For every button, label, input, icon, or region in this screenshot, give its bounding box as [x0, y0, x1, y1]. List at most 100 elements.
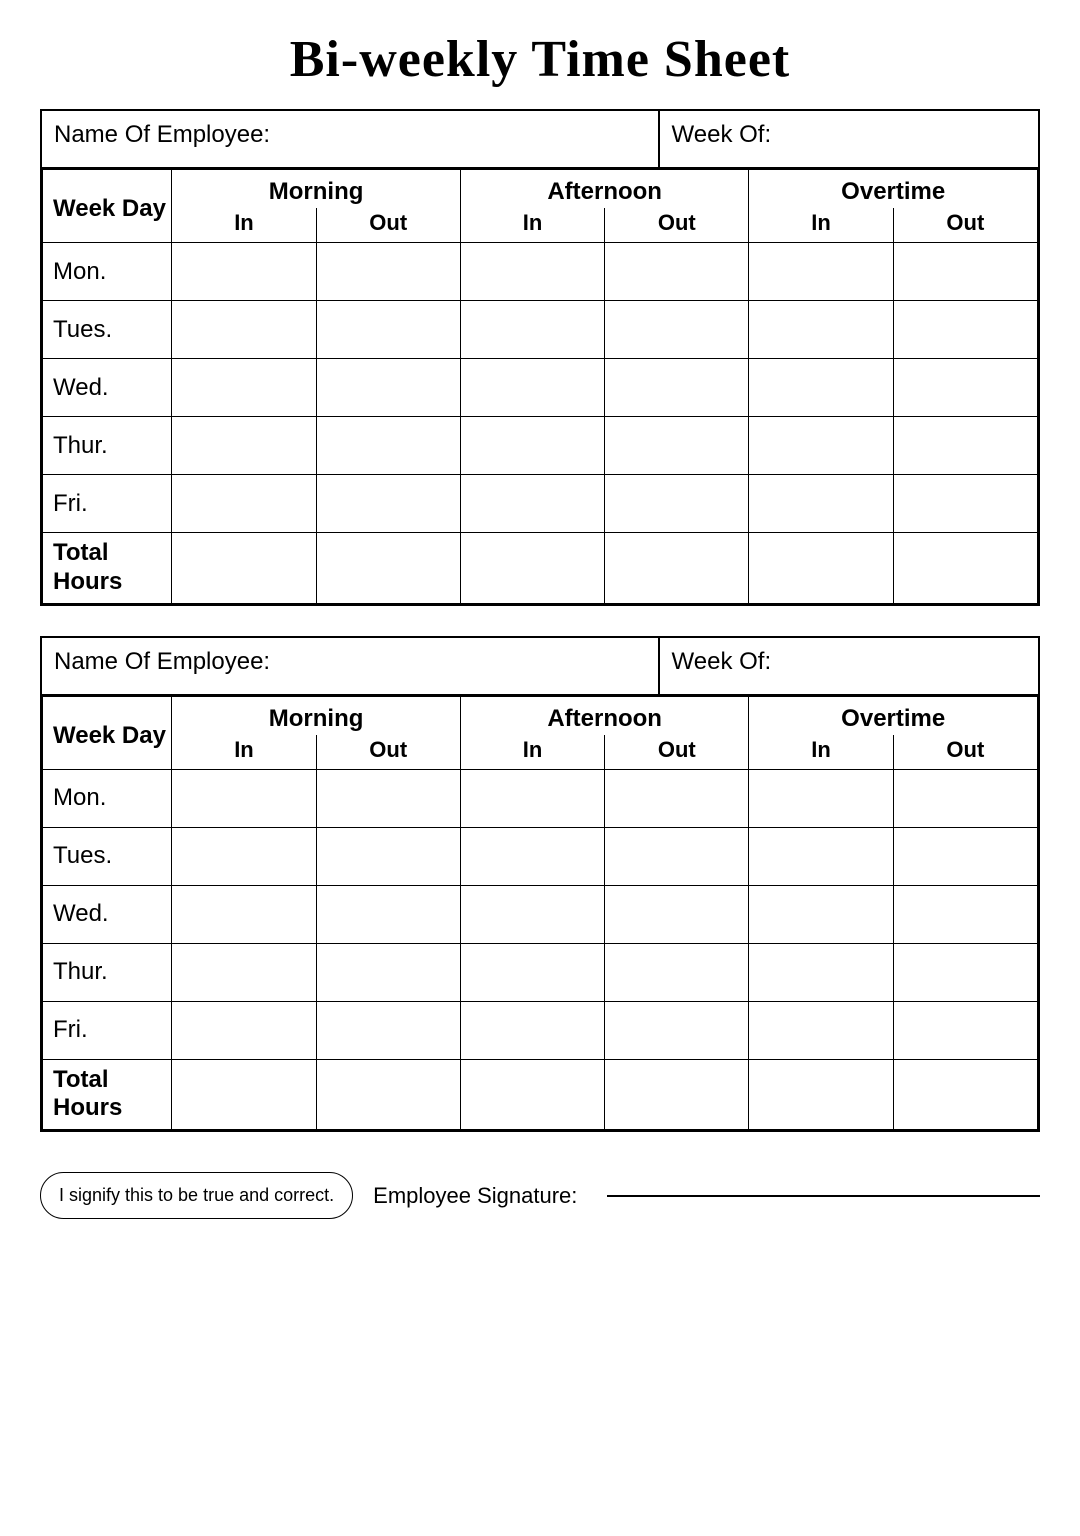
table-row: Mon.	[43, 243, 1038, 301]
weekday-header-2: Week Day	[43, 696, 172, 769]
total-cell[interactable]	[316, 533, 460, 604]
cell[interactable]	[172, 301, 316, 359]
cell[interactable]	[749, 243, 893, 301]
cell[interactable]	[605, 885, 749, 943]
total-cell[interactable]	[893, 533, 1037, 604]
signature-line[interactable]	[607, 1195, 1040, 1197]
cell[interactable]	[893, 943, 1037, 1001]
total-cell[interactable]	[316, 1059, 460, 1130]
cell[interactable]	[460, 943, 604, 1001]
cell[interactable]	[749, 475, 893, 533]
cell[interactable]	[893, 475, 1037, 533]
total-cell[interactable]	[605, 533, 749, 604]
employee-name-field-2[interactable]: Name Of Employee:	[42, 638, 660, 694]
cell[interactable]	[172, 943, 316, 1001]
table-header-top-2: Week Day Morning Afternoon Overtime	[43, 696, 1038, 735]
cell[interactable]	[316, 769, 460, 827]
cell[interactable]	[460, 417, 604, 475]
table-row: Thur.	[43, 943, 1038, 1001]
cell[interactable]	[316, 417, 460, 475]
total-cell[interactable]	[460, 1059, 604, 1130]
cell[interactable]	[316, 1001, 460, 1059]
employee-name-field-1[interactable]: Name Of Employee:	[42, 111, 660, 167]
timesheet-block-2: Name Of Employee: Week Of: Week Day Morn…	[40, 636, 1040, 1133]
cell[interactable]	[749, 1001, 893, 1059]
cell[interactable]	[172, 243, 316, 301]
cell[interactable]	[893, 359, 1037, 417]
cell[interactable]	[893, 827, 1037, 885]
morning-out-header-1: Out	[316, 208, 460, 243]
total-cell[interactable]	[893, 1059, 1037, 1130]
overtime-header-2: Overtime	[749, 696, 1038, 735]
cell[interactable]	[749, 301, 893, 359]
morning-header-1: Morning	[172, 170, 461, 209]
cell[interactable]	[316, 475, 460, 533]
cell[interactable]	[460, 769, 604, 827]
cell[interactable]	[460, 475, 604, 533]
total-cell[interactable]	[749, 1059, 893, 1130]
total-cell[interactable]	[460, 533, 604, 604]
cell[interactable]	[749, 943, 893, 1001]
cell[interactable]	[460, 243, 604, 301]
overtime-out-header-2: Out	[893, 735, 1037, 770]
cell[interactable]	[893, 243, 1037, 301]
day-label: Wed.	[43, 359, 172, 417]
cell[interactable]	[460, 827, 604, 885]
weekday-header-1: Week Day	[43, 170, 172, 243]
cell[interactable]	[893, 885, 1037, 943]
cell[interactable]	[172, 359, 316, 417]
cell[interactable]	[893, 417, 1037, 475]
day-label: Tues.	[43, 827, 172, 885]
cell[interactable]	[460, 1001, 604, 1059]
cell[interactable]	[172, 827, 316, 885]
cell[interactable]	[605, 769, 749, 827]
overtime-out-header-1: Out	[893, 208, 1037, 243]
cell[interactable]	[749, 827, 893, 885]
cell[interactable]	[316, 359, 460, 417]
table-row: Fri.	[43, 475, 1038, 533]
cell[interactable]	[316, 301, 460, 359]
cell[interactable]	[893, 769, 1037, 827]
cell[interactable]	[172, 769, 316, 827]
week-of-field-2[interactable]: Week Of:	[660, 638, 1038, 694]
day-label: Tues.	[43, 301, 172, 359]
cell[interactable]	[605, 417, 749, 475]
morning-in-header-2: In	[172, 735, 316, 770]
cell[interactable]	[749, 885, 893, 943]
cell[interactable]	[460, 359, 604, 417]
week-of-field-1[interactable]: Week Of:	[660, 111, 1038, 167]
day-label: Thur.	[43, 417, 172, 475]
cell[interactable]	[605, 359, 749, 417]
table-row: Thur.	[43, 417, 1038, 475]
cell[interactable]	[316, 243, 460, 301]
afternoon-header-2: Afternoon	[460, 696, 749, 735]
cell[interactable]	[605, 301, 749, 359]
cell[interactable]	[172, 475, 316, 533]
cell[interactable]	[749, 769, 893, 827]
cell[interactable]	[316, 943, 460, 1001]
cell[interactable]	[460, 885, 604, 943]
cell[interactable]	[893, 1001, 1037, 1059]
total-cell[interactable]	[172, 1059, 316, 1130]
cell[interactable]	[316, 885, 460, 943]
cell[interactable]	[172, 417, 316, 475]
total-cell[interactable]	[605, 1059, 749, 1130]
cell[interactable]	[172, 885, 316, 943]
cell[interactable]	[749, 417, 893, 475]
cell[interactable]	[605, 1001, 749, 1059]
cell[interactable]	[605, 827, 749, 885]
day-label: Fri.	[43, 475, 172, 533]
cell[interactable]	[605, 943, 749, 1001]
total-cell[interactable]	[172, 533, 316, 604]
day-label: Fri.	[43, 1001, 172, 1059]
cell[interactable]	[316, 827, 460, 885]
cell[interactable]	[605, 243, 749, 301]
cell[interactable]	[460, 301, 604, 359]
cell[interactable]	[749, 359, 893, 417]
total-cell[interactable]	[749, 533, 893, 604]
cell[interactable]	[605, 475, 749, 533]
cell[interactable]	[172, 1001, 316, 1059]
cell[interactable]	[893, 301, 1037, 359]
page-title: Bi-weekly Time Sheet	[40, 30, 1040, 89]
overtime-header-1: Overtime	[749, 170, 1038, 209]
